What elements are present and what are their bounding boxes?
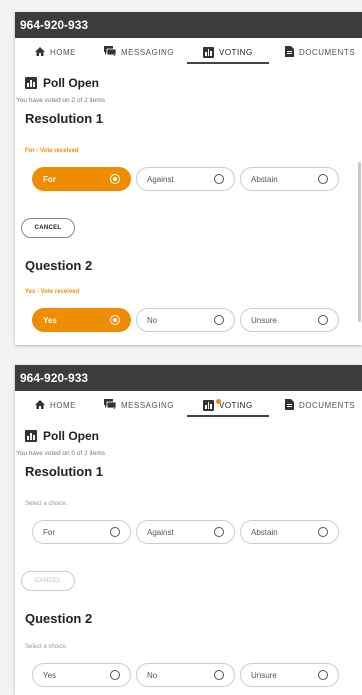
tab-messaging-label: MESSAGING [121, 400, 174, 410]
tab-home[interactable]: HOME [35, 391, 76, 419]
radio-icon [214, 527, 224, 537]
poll-panel-voted: 964-920-933 HOME MESSAGING VOTING DOCUME… [15, 12, 362, 345]
meeting-id: 964-920-933 [20, 18, 89, 32]
option-label: Unsure [251, 315, 277, 325]
messaging-icon [104, 399, 117, 411]
option-label: Abstain [251, 174, 278, 184]
poll-status-header: Poll Open [25, 76, 99, 90]
radio-icon [110, 670, 120, 680]
tab-home-label: HOME [50, 47, 76, 57]
radio-selected-icon [110, 315, 120, 325]
resolution-title: Resolution 1 [25, 111, 104, 126]
tab-bar: HOME MESSAGING VOTING DOCUMENTS [15, 38, 362, 66]
voted-count: You have voted on 0 of 2 items [16, 450, 106, 457]
voted-count: You have voted on 2 of 2 items [16, 97, 106, 104]
option-label: No [147, 670, 158, 680]
chart-icon [25, 430, 37, 442]
active-tab-underline [187, 415, 269, 417]
option-label: For [43, 527, 55, 537]
option-abstain[interactable]: Abstain [240, 520, 339, 544]
option-label: Unsure [251, 670, 277, 680]
home-icon [35, 399, 45, 411]
radio-icon [214, 670, 224, 680]
option-no[interactable]: No [136, 663, 235, 687]
meeting-id-bar: 964-920-933 [15, 365, 362, 391]
document-icon [285, 45, 294, 59]
messaging-icon [104, 46, 117, 58]
active-tab-underline [187, 62, 269, 64]
tab-documents[interactable]: DOCUMENTS [285, 38, 355, 66]
question-title: Question 2 [25, 258, 93, 273]
meeting-id: 964-920-933 [20, 371, 89, 385]
question-status: Select a choice. [25, 644, 68, 650]
poll-status-header: Poll Open [25, 429, 99, 443]
chart-icon [203, 399, 214, 411]
option-against[interactable]: Against [136, 520, 235, 544]
option-label: Abstain [251, 527, 278, 537]
tab-documents-label: DOCUMENTS [299, 47, 356, 57]
option-yes[interactable]: Yes [32, 663, 131, 687]
radio-icon [318, 315, 328, 325]
chart-icon [25, 77, 37, 89]
option-label: Yes [43, 315, 57, 325]
tab-home-label: HOME [50, 400, 76, 410]
notification-dot [216, 399, 221, 404]
tab-documents-label: DOCUMENTS [299, 400, 356, 410]
option-label: Against [147, 527, 174, 537]
tab-voting-label: VOTING [219, 400, 253, 410]
option-yes[interactable]: Yes [32, 308, 131, 332]
option-unsure[interactable]: Unsure [240, 663, 339, 687]
radio-icon [110, 527, 120, 537]
option-for[interactable]: For [32, 520, 131, 544]
tab-voting-label: VOTING [219, 47, 253, 57]
option-unsure[interactable]: Unsure [240, 308, 339, 332]
scrollbar[interactable] [358, 162, 361, 322]
tab-documents[interactable]: DOCUMENTS [285, 391, 355, 419]
option-against[interactable]: Against [136, 167, 235, 191]
tab-messaging[interactable]: MESSAGING [104, 391, 174, 419]
poll-status-title: Poll Open [43, 76, 100, 90]
radio-icon [318, 670, 328, 680]
option-label: Against [147, 174, 174, 184]
option-no[interactable]: No [136, 308, 235, 332]
document-icon [285, 398, 294, 412]
option-abstain[interactable]: Abstain [240, 167, 339, 191]
radio-icon [214, 174, 224, 184]
meeting-id-bar: 964-920-933 [15, 12, 362, 38]
cancel-button[interactable]: CANCEL [21, 218, 75, 238]
chart-icon [203, 46, 214, 58]
option-label: No [147, 315, 158, 325]
option-label: For [43, 174, 56, 184]
option-for[interactable]: For [32, 167, 131, 191]
poll-panel-unvoted: 964-920-933 HOME MESSAGING VOTING DOCUME… [15, 365, 362, 695]
home-icon [35, 46, 45, 58]
tab-bar: HOME MESSAGING VOTING DOCUMENTS [15, 391, 362, 419]
radio-icon [318, 527, 328, 537]
question-status: Yes - Vote received [25, 289, 80, 295]
question-title: Question 2 [25, 611, 93, 626]
poll-status-title: Poll Open [43, 429, 100, 443]
tab-home[interactable]: HOME [35, 38, 76, 66]
option-label: Yes [43, 670, 57, 680]
radio-selected-icon [110, 174, 120, 184]
cancel-button[interactable]: CANCEL [21, 571, 75, 591]
resolution-status: Select a choice. [25, 501, 68, 507]
resolution-status: For - Vote received [25, 148, 79, 154]
radio-icon [214, 315, 224, 325]
resolution-title: Resolution 1 [25, 464, 104, 479]
radio-icon [318, 174, 328, 184]
tab-messaging[interactable]: MESSAGING [104, 38, 174, 66]
tab-messaging-label: MESSAGING [121, 47, 174, 57]
